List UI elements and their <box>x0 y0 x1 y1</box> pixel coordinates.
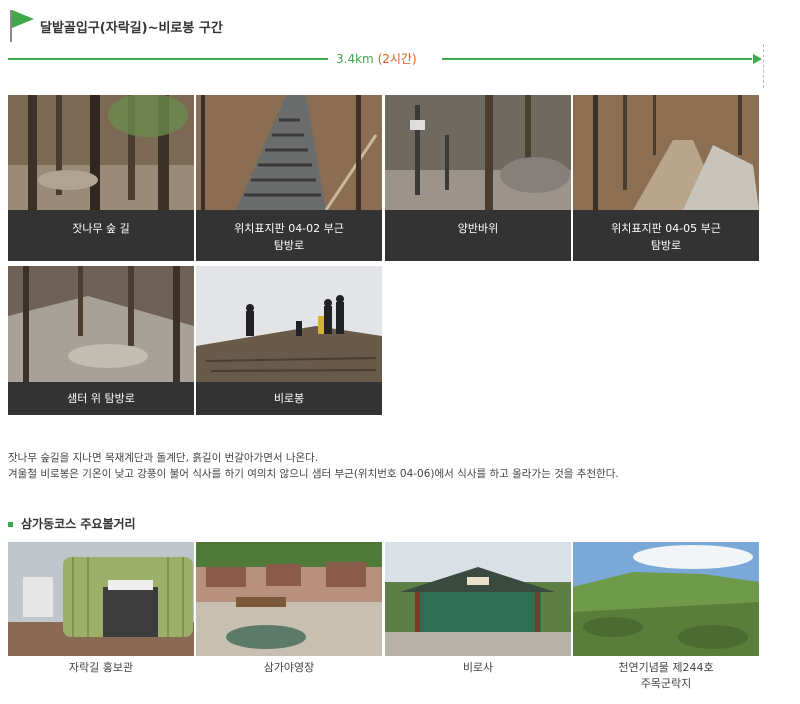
attraction-photo <box>385 542 571 656</box>
attraction-photo <box>573 542 759 656</box>
flag-icon <box>10 10 34 42</box>
caption-line-2: 탐방로 <box>650 239 682 252</box>
caption-line-1: 잣나무 숲 길 <box>72 222 130 235</box>
trail-photo-caption: 비로봉 <box>196 390 382 407</box>
trail-photo-card[interactable]: 위치표지판 04-02 부근 탐방로 <box>196 95 382 261</box>
distance-label: 3.4km (2시간) <box>336 50 417 67</box>
caption-line-2: 탐방로 <box>273 239 305 252</box>
arrow-right-icon <box>753 54 762 64</box>
description-line-2: 겨울철 비로봉은 기온이 낮고 강풍이 불어 식사를 하기 여의치 않으니 샘터… <box>8 468 619 480</box>
attraction-caption: 천연기념물 제244호 주목군락지 <box>573 660 759 692</box>
attraction-caption: 자락길 홍보관 <box>8 660 194 676</box>
description-line-1: 잣나무 숲길을 지나면 목재계단과 돌계단, 흙길이 번갈아가면서 나온다. <box>8 452 319 464</box>
trail-photo-card[interactable]: 잣나무 숲 길 <box>8 95 194 261</box>
trail-photo <box>8 95 194 210</box>
trail-photo-card[interactable]: 위치표지판 04-05 부근 탐방로 <box>573 95 759 261</box>
attraction-caption: 비로사 <box>385 660 571 676</box>
distance-value: 3.4km <box>336 52 374 66</box>
attraction-photo <box>8 542 194 656</box>
attraction-caption: 삼가야영장 <box>196 660 382 676</box>
distance-line-left <box>8 58 328 60</box>
trail-photo <box>196 95 382 210</box>
trail-photo-caption: 잣나무 숲 길 <box>8 220 194 237</box>
distance-line-right <box>442 58 752 60</box>
duration-value: (2시간) <box>377 52 417 66</box>
trail-photo-caption: 샘터 위 탐방로 <box>8 390 194 407</box>
caption-line-1: 비로봉 <box>273 392 305 405</box>
caption-line-2: 주목군락지 <box>640 677 692 690</box>
section-description: 잣나무 숲길을 지나면 목재계단과 돌계단, 흙길이 번갈아가면서 나온다. 겨… <box>8 450 788 482</box>
caption-line-1: 샘터 위 탐방로 <box>67 392 135 405</box>
trail-photo-card[interactable]: 양반바위 <box>385 95 571 261</box>
caption-line-1: 천연기념물 제244호 <box>618 661 714 674</box>
trail-photo-card[interactable]: 비로봉 <box>196 266 382 415</box>
caption-line-1: 위치표지판 04-05 부근 <box>611 222 721 235</box>
bullet-icon <box>8 522 13 527</box>
distance-indicator: 3.4km (2시간) <box>8 44 764 88</box>
caption-line-1: 삼가야영장 <box>263 661 315 674</box>
caption-line-1: 양반바위 <box>457 222 499 235</box>
trail-photo <box>196 266 382 382</box>
section-title: 달밭골입구(자락길)~비로봉 구간 <box>40 21 223 36</box>
caption-line-1: 비로사 <box>462 661 494 674</box>
trail-photo <box>385 95 571 210</box>
trail-photo-caption: 위치표지판 04-05 부근 탐방로 <box>573 220 759 254</box>
trail-photo <box>573 95 759 210</box>
trail-photo <box>8 266 194 382</box>
trail-photo-caption: 위치표지판 04-02 부근 탐방로 <box>196 220 382 254</box>
trail-photo-caption: 양반바위 <box>385 220 571 237</box>
caption-line-1: 위치표지판 04-02 부근 <box>234 222 344 235</box>
caption-line-1: 자락길 홍보관 <box>68 661 134 674</box>
distance-end-marker <box>763 44 764 88</box>
trail-photo-card[interactable]: 샘터 위 탐방로 <box>8 266 194 415</box>
attractions-title: 삼가동코스 주요볼거리 <box>21 517 136 531</box>
attractions-heading: 삼가동코스 주요볼거리 <box>8 515 136 532</box>
attraction-photo <box>196 542 382 656</box>
